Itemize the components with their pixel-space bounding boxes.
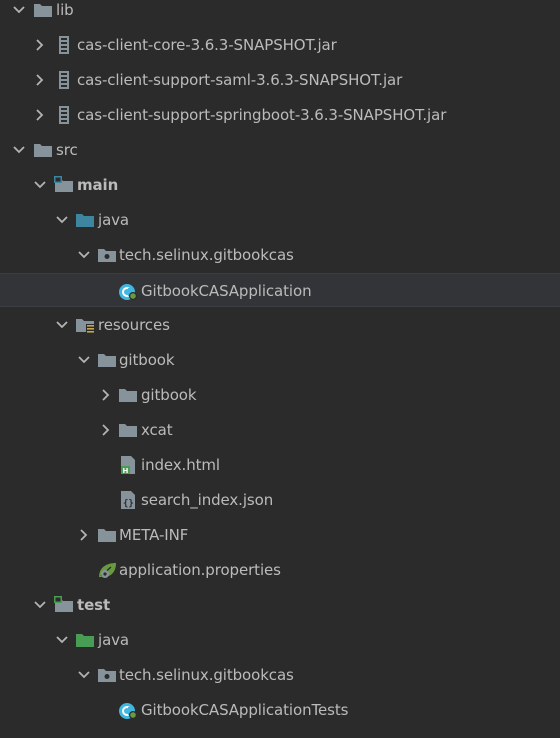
tree-row[interactable]: META-INF	[0, 518, 560, 552]
tree-row[interactable]: GitbookCASApplication	[0, 273, 560, 307]
spring-boot-class-icon	[119, 284, 137, 300]
tree-row-label: cas-client-core-3.6.3-SNAPSHOT.jar	[77, 36, 337, 54]
chevron-right-icon[interactable]	[77, 528, 91, 542]
chevron-down-icon[interactable]	[55, 318, 69, 332]
tree-row-label: search_index.json	[141, 491, 274, 509]
tree-row[interactable]: cas-client-support-springboot-3.6.3-SNAP…	[0, 98, 560, 132]
source-folder-icon	[76, 214, 94, 227]
tree-row-label: tech.selinux.gitbookcas	[119, 246, 294, 264]
test-module-folder-icon	[54, 596, 73, 612]
svg-text:H: H	[123, 467, 129, 474]
chevron-right-icon[interactable]	[33, 73, 47, 87]
tree-row-label: META-INF	[119, 526, 189, 544]
tree-row-label: test	[77, 596, 111, 614]
tree-row-label: GitbookCASApplicationTests	[141, 701, 349, 719]
chevron-down-icon[interactable]	[77, 668, 91, 682]
tree-row[interactable]: resources	[0, 308, 560, 342]
chevron-down-icon[interactable]	[12, 3, 26, 17]
tree-row-label: xcat	[141, 421, 173, 439]
tree-row[interactable]: main	[0, 168, 560, 202]
chevron-down-icon[interactable]	[77, 248, 91, 262]
folder-icon	[34, 144, 52, 157]
tree-row[interactable]: src	[0, 133, 560, 167]
tree-row-label: tech.selinux.gitbookcas	[119, 666, 294, 684]
resources-folder-icon	[76, 319, 95, 334]
folder-icon	[98, 354, 116, 367]
chevron-right-icon[interactable]	[99, 388, 113, 402]
chevron-right-icon[interactable]	[33, 38, 47, 52]
chevron-right-icon[interactable]	[99, 423, 113, 437]
module-folder-icon	[54, 176, 73, 192]
tree-row[interactable]: java	[0, 203, 560, 237]
chevron-down-icon[interactable]	[55, 213, 69, 227]
tree-row[interactable]: cas-client-core-3.6.3-SNAPSHOT.jar	[0, 28, 560, 62]
tree-row[interactable]: gitbook	[0, 378, 560, 412]
tree-row[interactable]: cas-client-support-saml-3.6.3-SNAPSHOT.j…	[0, 63, 560, 97]
tree-row[interactable]: tech.selinux.gitbookcas	[0, 238, 560, 272]
tree-row-label: java	[98, 631, 130, 649]
tree-row[interactable]: Hindex.html	[0, 448, 560, 482]
package-icon	[98, 249, 116, 262]
tree-row[interactable]: GitbookCASApplicationTests	[0, 693, 560, 727]
tree-row[interactable]: lib	[0, 0, 560, 27]
tree-row[interactable]: xcat	[0, 413, 560, 447]
tree-row-label: index.html	[141, 456, 220, 474]
tree-row-label: src	[56, 141, 78, 159]
tree-row-label: GitbookCASApplication	[141, 282, 312, 300]
chevron-down-icon[interactable]	[77, 353, 91, 367]
tree-row[interactable]: java	[0, 623, 560, 657]
spring-boot-class-icon	[119, 703, 137, 719]
tree-row-label: gitbook	[141, 386, 197, 404]
chevron-down-icon[interactable]	[33, 178, 47, 192]
jar-icon	[59, 36, 69, 54]
html-file-icon: H	[121, 456, 135, 474]
tree-row[interactable]: tech.selinux.gitbookcas	[0, 658, 560, 692]
folder-icon	[98, 529, 116, 542]
json-file-icon: {}	[121, 491, 135, 509]
test-folder-icon	[76, 634, 94, 647]
jar-icon	[59, 106, 69, 124]
folder-icon	[119, 389, 137, 402]
tree-row-label: java	[98, 211, 130, 229]
svg-text:{}: {}	[123, 499, 134, 509]
project-tree: lib cas-client-core-3.6.3-SNAPSHOT.jar cas…	[0, 0, 560, 738]
tree-row-label: resources	[98, 316, 170, 334]
chevron-right-icon[interactable]	[33, 108, 47, 122]
tree-row-label: cas-client-support-springboot-3.6.3-SNAP…	[77, 106, 447, 124]
folder-icon	[34, 4, 52, 17]
chevron-down-icon[interactable]	[33, 598, 47, 612]
spring-properties-icon	[99, 563, 116, 578]
chevron-down-icon[interactable]	[55, 633, 69, 647]
tree-row[interactable]: gitbook	[0, 343, 560, 377]
package-icon	[98, 669, 116, 682]
tree-row-label: application.properties	[119, 561, 281, 579]
folder-icon	[119, 424, 137, 437]
tree-row-label: cas-client-support-saml-3.6.3-SNAPSHOT.j…	[77, 71, 403, 89]
tree-row[interactable]: application.properties	[0, 553, 560, 587]
tree-row-label: main	[77, 176, 119, 194]
tree-row[interactable]: test	[0, 588, 560, 622]
tree-row[interactable]: {} search_index.json	[0, 483, 560, 517]
tree-row-label: lib	[56, 1, 74, 19]
tree-row-label: gitbook	[119, 351, 175, 369]
chevron-down-icon[interactable]	[12, 143, 26, 157]
jar-icon	[59, 71, 69, 89]
